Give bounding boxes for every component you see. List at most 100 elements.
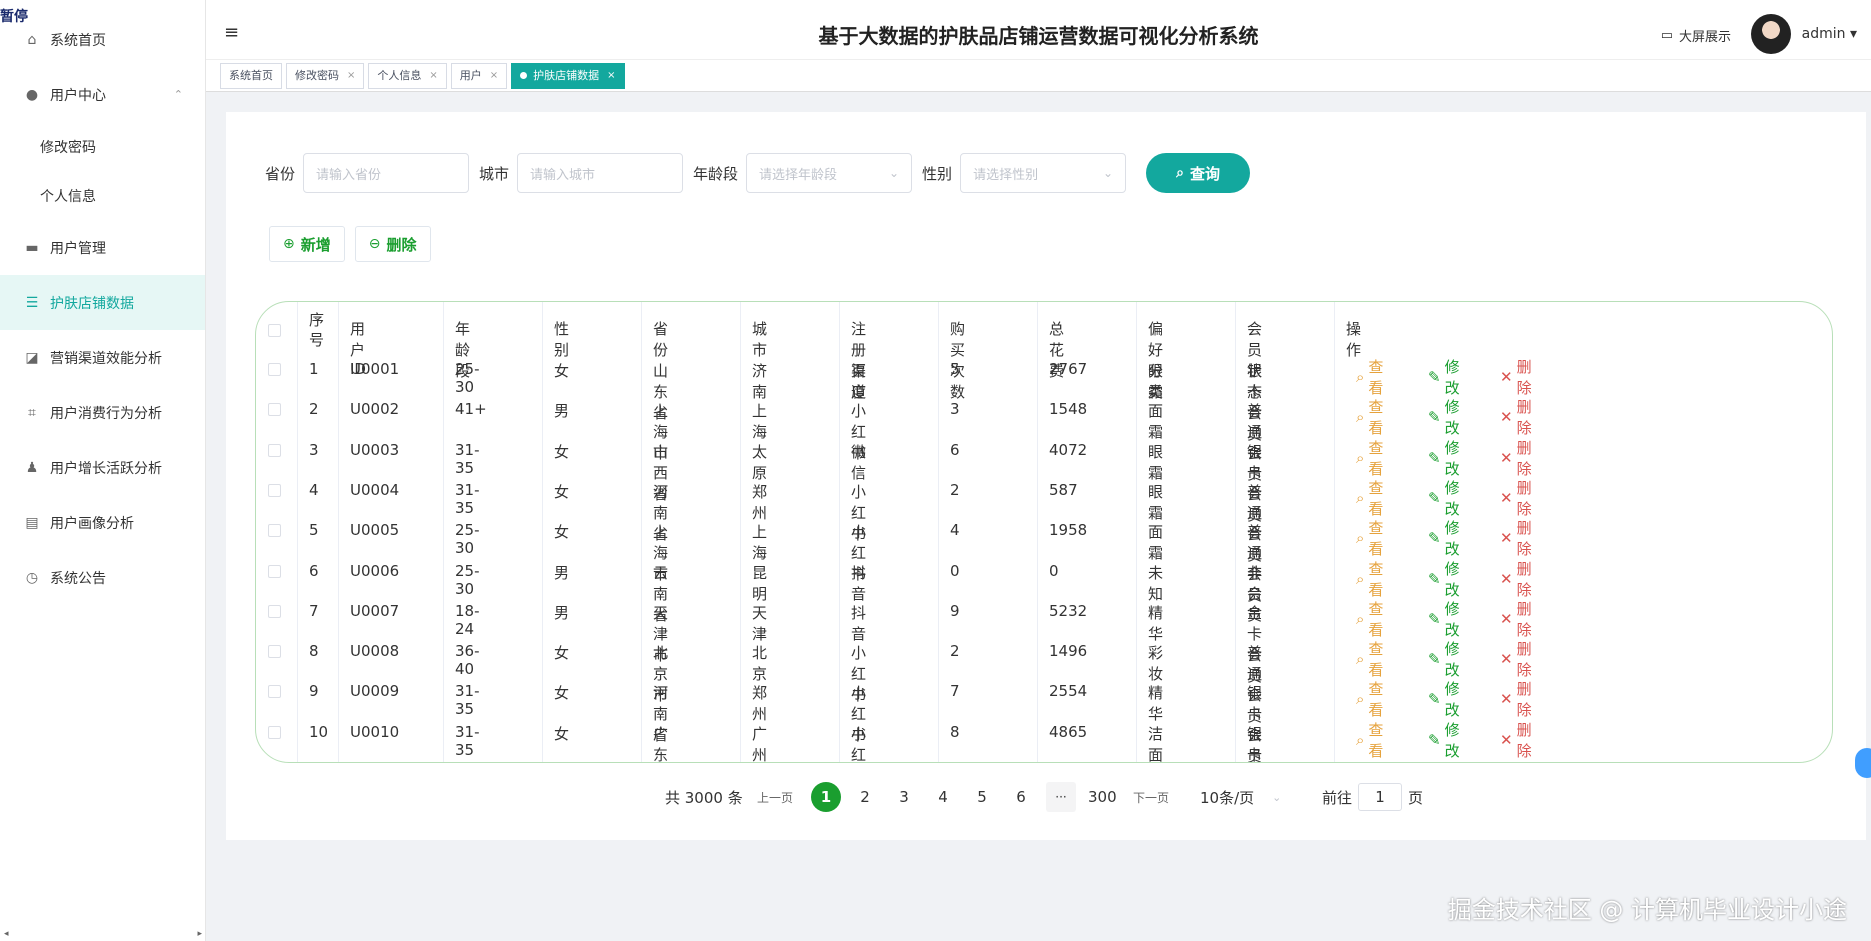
sidebar-item-announcement[interactable]: ◷ 系统公告 (0, 550, 205, 605)
row-delete-button[interactable]: ✕ 删除 (1500, 477, 1532, 519)
close-icon[interactable]: × (347, 64, 355, 88)
sidebar-item-growth-analysis[interactable]: ♟ 用户增长活跃分析 (0, 440, 205, 495)
sidebar-item-shop-data[interactable]: ☰ 护肤店铺数据 (0, 275, 205, 330)
edit-button[interactable]: ✎ 修改 (1428, 477, 1460, 519)
gender-select[interactable]: 请选择性别 ⌄ (960, 153, 1127, 193)
tab-change-password[interactable]: 修改密码 × (286, 62, 365, 89)
view-button[interactable]: ⌕ 查看 (1356, 638, 1383, 680)
search-icon: ⌕ (1356, 368, 1365, 386)
province-input[interactable]: 请输入省份 (303, 153, 470, 193)
add-button[interactable]: ⊕ 新增 (269, 226, 345, 262)
age-select[interactable]: 请选择年龄段 ⌄ (746, 153, 913, 193)
sidebar-item-profile[interactable]: 个人信息 (0, 171, 205, 220)
row-checkbox[interactable] (268, 444, 281, 457)
scroll-left-icon[interactable]: ◂ (4, 929, 9, 939)
user-menu[interactable]: admin ▾ (1802, 26, 1857, 42)
row-delete-button[interactable]: ✕ 删除 (1500, 517, 1532, 559)
page-size-select[interactable]: 10条/页 ⌄ (1200, 782, 1281, 812)
close-icon[interactable]: × (429, 64, 437, 88)
table-cell: 9 (950, 602, 960, 620)
sidebar-scrollbar[interactable]: ◂ ▸ (0, 927, 206, 941)
tab-label: 用户 (459, 68, 482, 82)
edit-button[interactable]: ✎ 修改 (1428, 719, 1460, 761)
edit-button[interactable]: ✎ 修改 (1428, 638, 1460, 680)
page-button[interactable]: 4 (929, 782, 957, 812)
next-page-button[interactable]: 下一页 (1133, 782, 1169, 812)
delete-button[interactable]: ⊖ 删除 (354, 226, 431, 262)
query-button[interactable]: ⌕ 查询 (1146, 153, 1251, 193)
sidebar-item-home[interactable]: ⌂ 系统首页 (0, 12, 205, 67)
row-checkbox[interactable] (268, 403, 281, 416)
tab-home[interactable]: 系统首页 (220, 62, 282, 89)
city-input[interactable]: 请输入城市 (517, 153, 684, 193)
more-pages-icon[interactable]: ··· (1046, 782, 1076, 812)
view-button[interactable]: ⌕ 查看 (1356, 719, 1383, 761)
goto-page-input[interactable]: 1 (1358, 783, 1402, 811)
row-delete-button[interactable]: ✕ 删除 (1500, 638, 1532, 680)
view-button[interactable]: ⌕ 查看 (1356, 437, 1383, 479)
sidebar-item-change-password[interactable]: 修改密码 (0, 122, 205, 171)
row-delete-button[interactable]: ✕ 删除 (1500, 719, 1532, 761)
user-manage-icon: ▬ (25, 239, 39, 256)
row-checkbox[interactable] (268, 484, 281, 497)
sidebar-item-consumption-analysis[interactable]: ⌗ 用户消费行为分析 (0, 385, 205, 440)
page-button-current[interactable]: 1 (811, 782, 841, 812)
view-button[interactable]: ⌕ 查看 (1356, 396, 1383, 438)
row-checkbox[interactable] (268, 726, 281, 739)
close-icon[interactable]: × (607, 64, 615, 88)
edit-button[interactable]: ✎ 修改 (1428, 517, 1460, 559)
view-button[interactable]: ⌕ 查看 (1356, 598, 1383, 640)
page-button[interactable]: 5 (968, 782, 996, 812)
row-delete-button[interactable]: ✕ 删除 (1500, 396, 1532, 438)
avatar[interactable] (1751, 14, 1791, 54)
row-delete-button[interactable]: ✕ 删除 (1500, 598, 1532, 640)
prev-page-button[interactable]: 上一页 (757, 782, 793, 812)
sidebar-item-portrait-analysis[interactable]: ▤ 用户画像分析 (0, 495, 205, 550)
edit-button[interactable]: ✎ 修改 (1428, 598, 1460, 640)
view-button[interactable]: ⌕ 查看 (1356, 477, 1383, 519)
row-checkbox[interactable] (268, 645, 281, 658)
row-delete-button[interactable]: ✕ 删除 (1500, 558, 1532, 600)
table-row (256, 439, 1832, 463)
table-row (256, 560, 1832, 584)
row-delete-button[interactable]: ✕ 删除 (1500, 356, 1532, 398)
edit-button[interactable]: ✎ 修改 (1428, 396, 1460, 438)
tab-user[interactable]: 用户 × (450, 62, 508, 89)
total-count: 共 3000 条 (665, 788, 743, 807)
edit-button[interactable]: ✎ 修改 (1428, 678, 1460, 720)
page-button[interactable]: 3 (890, 782, 918, 812)
row-checkbox[interactable] (268, 605, 281, 618)
edit-button[interactable]: ✎ 修改 (1428, 558, 1460, 600)
row-checkbox[interactable] (268, 363, 281, 376)
page-button-last[interactable]: 300 (1088, 782, 1117, 812)
active-dot-icon (520, 72, 528, 79)
page-button[interactable]: 6 (1007, 782, 1035, 812)
row-checkbox[interactable] (268, 524, 281, 537)
edit-button[interactable]: ✎ 修改 (1428, 356, 1460, 398)
view-button[interactable]: ⌕ 查看 (1356, 356, 1383, 398)
table-cell: 广东省 (653, 725, 669, 763)
view-button[interactable]: ⌕ 查看 (1356, 678, 1383, 720)
row-checkbox[interactable] (268, 565, 281, 578)
close-icon: ✕ (1500, 368, 1513, 386)
sidebar-item-user-center[interactable]: ● 用户中心 ⌃ (0, 67, 205, 122)
tab-shop-data[interactable]: 护肤店铺数据 × (511, 62, 625, 89)
query-label: 查询 (1189, 164, 1220, 183)
row-checkbox[interactable] (268, 685, 281, 698)
row-delete-button[interactable]: ✕ 删除 (1500, 437, 1532, 479)
edit-button[interactable]: ✎ 修改 (1428, 437, 1460, 479)
floating-help-button[interactable] (1855, 748, 1871, 778)
row-delete-button-label: 删除 (1516, 519, 1532, 558)
top-header: ≡ 基于大数据的护肤品店铺运营数据可视化分析系统 ▭ 大屏展示 admin ▾ (206, 0, 1871, 60)
view-button[interactable]: ⌕ 查看 (1356, 517, 1383, 559)
sidebar-item-channel-analysis[interactable]: ◪ 营销渠道效能分析 (0, 330, 205, 385)
row-delete-button[interactable]: ✕ 删除 (1500, 678, 1532, 720)
sidebar-item-user-manage[interactable]: ▬ 用户管理 (0, 220, 205, 275)
scroll-right-icon[interactable]: ▸ (197, 929, 202, 939)
big-screen-button[interactable]: ▭ 大屏展示 (1661, 26, 1731, 45)
close-icon[interactable]: × (490, 64, 498, 88)
select-all-checkbox[interactable] (268, 322, 281, 338)
view-button[interactable]: ⌕ 查看 (1356, 558, 1383, 600)
tab-profile[interactable]: 个人信息 × (368, 62, 447, 89)
page-button[interactable]: 2 (851, 782, 879, 812)
